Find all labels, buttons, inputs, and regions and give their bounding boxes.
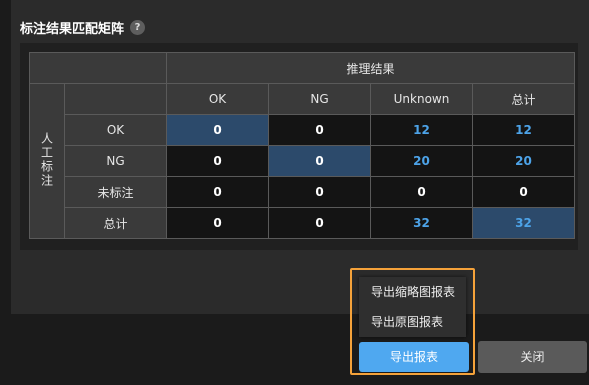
matrix-cell[interactable]: 0 [166, 207, 269, 239]
row-header: 总计 [64, 207, 167, 239]
header-corner [64, 83, 167, 115]
section-title: 标注结果匹配矩阵 [20, 22, 125, 37]
matrix-cell[interactable]: 0 [370, 176, 473, 208]
column-header: NG [268, 83, 371, 115]
matrix-cell[interactable]: 0 [166, 145, 269, 177]
matrix-corner [29, 52, 167, 84]
matrix-cell[interactable]: 32 [472, 207, 575, 239]
section-header: 标注结果匹配矩阵 ? [20, 18, 146, 37]
matrix-container: 推理结果 人工标注 OK NG Unknown 总计 OK 0 0 12 12 … [20, 43, 578, 250]
matrix-cell[interactable]: 20 [472, 145, 575, 177]
confusion-matrix: 推理结果 人工标注 OK NG Unknown 总计 OK 0 0 12 12 … [29, 52, 575, 239]
row-header: NG [64, 145, 167, 177]
row-group-cell: 人工标注 [29, 83, 65, 239]
matrix-cell[interactable]: 0 [166, 176, 269, 208]
matrix-cell[interactable]: 0 [268, 176, 371, 208]
column-header: 总计 [472, 83, 575, 115]
highlight-frame [350, 268, 475, 375]
matrix-cell[interactable]: 12 [472, 114, 575, 146]
column-header: OK [166, 83, 269, 115]
row-group-label: 人工标注 [39, 131, 54, 188]
help-icon[interactable]: ? [130, 20, 146, 35]
matrix-cell[interactable]: 12 [370, 114, 473, 146]
table-row: 总计 0 0 32 32 [30, 207, 575, 239]
table-row: 未标注 0 0 0 0 [30, 176, 575, 208]
column-group-label: 推理结果 [166, 52, 575, 84]
matrix-cell[interactable]: 0 [268, 145, 371, 177]
matrix-cell[interactable]: 32 [370, 207, 473, 239]
table-row: NG 0 0 20 20 [30, 145, 575, 177]
row-header: OK [64, 114, 167, 146]
matrix-cell[interactable]: 20 [370, 145, 473, 177]
matrix-cell[interactable]: 0 [268, 207, 371, 239]
column-header: Unknown [370, 83, 473, 115]
row-header: 未标注 [64, 176, 167, 208]
table-row: OK 0 0 12 12 [30, 114, 575, 146]
close-button[interactable]: 关闭 [478, 341, 587, 373]
matrix-cell[interactable]: 0 [268, 114, 371, 146]
matrix-cell[interactable]: 0 [166, 114, 269, 146]
matrix-cell[interactable]: 0 [472, 176, 575, 208]
